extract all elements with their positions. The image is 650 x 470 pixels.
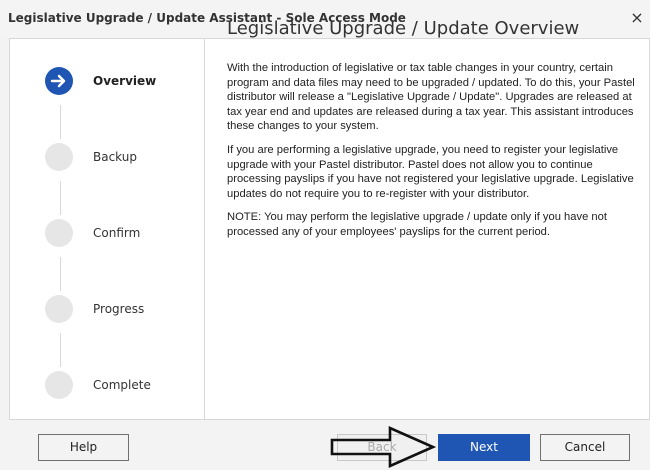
page-title: Legislative Upgrade / Update Overview bbox=[227, 18, 580, 39]
step-overview: Overview bbox=[45, 67, 205, 99]
help-button[interactable]: Help bbox=[38, 434, 129, 461]
intro-paragraph: With the introduction of legislative or … bbox=[227, 62, 635, 133]
step-backup: Backup bbox=[45, 143, 205, 175]
cancel-button[interactable]: Cancel bbox=[540, 434, 630, 461]
step-label: Progress bbox=[93, 302, 145, 316]
step-label: Backup bbox=[93, 150, 137, 164]
step-connector bbox=[60, 181, 61, 215]
next-button[interactable]: Next bbox=[438, 434, 530, 461]
step-indicator bbox=[45, 143, 73, 171]
step-label: Confirm bbox=[93, 226, 141, 240]
step-indicator bbox=[45, 371, 73, 399]
step-progress: Progress bbox=[45, 295, 205, 327]
note-paragraph: NOTE: You may perform the legislative up… bbox=[227, 211, 607, 238]
step-label: Complete bbox=[93, 378, 151, 392]
step-indicator bbox=[45, 295, 73, 323]
steps-pane: Overview Backup Confirm Progress Complet… bbox=[10, 39, 205, 419]
pointer-arrow-icon bbox=[330, 426, 437, 468]
step-connector bbox=[60, 333, 61, 367]
step-complete: Complete bbox=[45, 371, 205, 403]
step-connector bbox=[60, 257, 61, 291]
step-label: Overview bbox=[93, 74, 157, 88]
step-indicator bbox=[45, 67, 73, 95]
step-confirm: Confirm bbox=[45, 219, 205, 251]
step-connector bbox=[60, 105, 61, 139]
arrow-right-icon bbox=[50, 74, 66, 88]
registration-paragraph: If you are performing a legislative upgr… bbox=[227, 143, 634, 200]
step-indicator bbox=[45, 219, 73, 247]
content-pane: Legislative Upgrade / Update Overview Wi… bbox=[227, 18, 637, 249]
